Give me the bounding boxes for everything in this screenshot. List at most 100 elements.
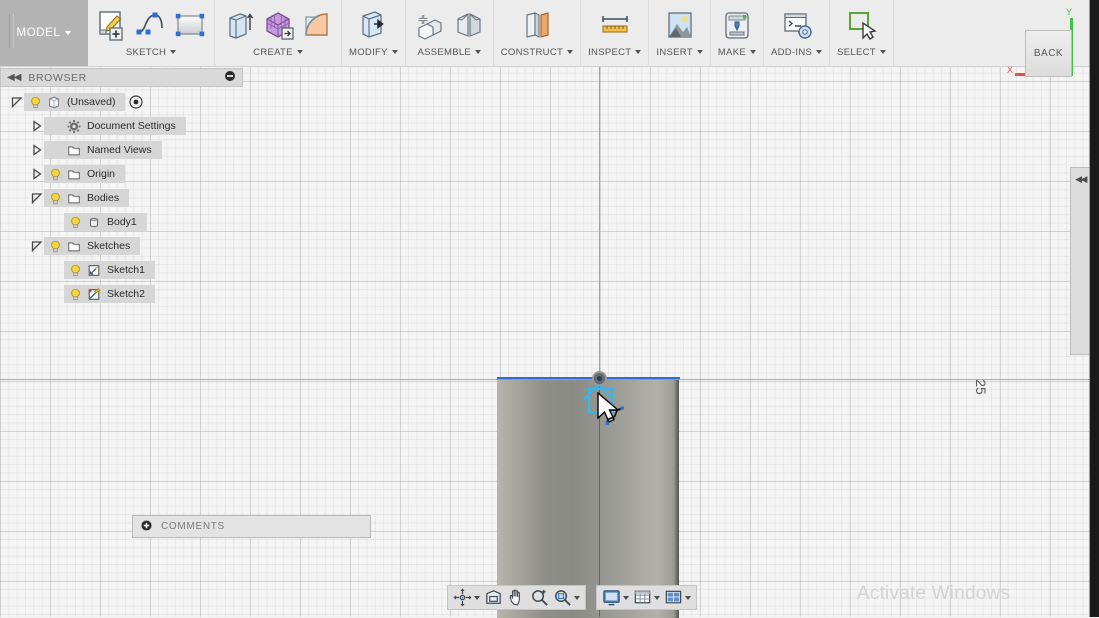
workspace-selector-label: MODEL xyxy=(16,27,61,39)
create-sketch-icon[interactable] xyxy=(95,8,129,42)
offset-plane-icon[interactable] xyxy=(520,8,554,42)
box-pattern-icon[interactable] xyxy=(261,8,295,42)
spline-tool-glyph xyxy=(605,405,627,427)
cylinder-body[interactable] xyxy=(497,379,679,618)
ribbon-group-select-icons xyxy=(845,3,879,47)
press-pull-icon[interactable] xyxy=(356,8,390,42)
measure-icon[interactable] xyxy=(598,8,632,42)
new-component-icon[interactable] xyxy=(413,8,447,42)
display-state-icon[interactable] xyxy=(129,95,144,109)
viewcube-face-back[interactable]: BACK xyxy=(1025,30,1072,77)
expander-expanded-icon[interactable] xyxy=(30,191,44,205)
light-bulb-icon[interactable] xyxy=(48,239,62,253)
browser-tree-row[interactable]: (Unsaved) xyxy=(0,93,243,111)
ribbon-label-text: ASSEMBLE xyxy=(417,47,472,58)
pan-icon[interactable] xyxy=(505,587,528,608)
ribbon-group-insert-label[interactable]: INSERT xyxy=(656,47,703,59)
ribbon-group-sketch-label[interactable]: SKETCH xyxy=(126,47,177,59)
expander-collapsed-icon[interactable] xyxy=(30,119,44,133)
3d-print-icon[interactable] xyxy=(720,8,754,42)
browser-options-icon[interactable] xyxy=(224,70,236,85)
look-at-icon[interactable] xyxy=(482,587,505,608)
zoom-icon[interactable] xyxy=(528,587,551,608)
ribbon-group-addins-label[interactable]: ADD-INS xyxy=(771,47,823,59)
browser-tree-row[interactable]: Sketch2 xyxy=(0,285,243,303)
light-bulb-icon[interactable] xyxy=(68,287,82,301)
browser-tree-row[interactable]: Origin xyxy=(0,165,243,183)
extrude-icon[interactable] xyxy=(222,8,256,42)
chevron-down-icon xyxy=(635,50,642,55)
browser-tree-row[interactable]: Bodies xyxy=(0,189,243,207)
light-bulb-icon[interactable] xyxy=(28,95,42,109)
viewports-icon[interactable] xyxy=(662,587,693,608)
tree-row-highlight[interactable]: Origin xyxy=(44,165,126,183)
sketch-edit-icon xyxy=(87,287,101,301)
ribbon-group-assemble-label[interactable]: ASSEMBLE xyxy=(417,47,482,59)
ribbon-group-select-label[interactable]: SELECT xyxy=(837,47,886,59)
ribbon-group-create-label[interactable]: CREATE xyxy=(253,47,303,59)
collapse-right-icon[interactable]: ◀◀ xyxy=(1075,174,1087,185)
tree-row-label: (Unsaved) xyxy=(67,96,116,108)
browser-tree-row[interactable]: Sketches xyxy=(0,237,243,255)
browser-tree-row[interactable]: Sketch1 xyxy=(0,261,243,279)
light-bulb-icon[interactable] xyxy=(68,263,82,277)
ribbon-grip xyxy=(9,14,14,48)
right-panel-collapsed[interactable]: ◀◀ xyxy=(1070,167,1091,355)
ribbon-label-text: SELECT xyxy=(837,47,876,58)
tree-row-label: Document Settings xyxy=(87,120,176,132)
tree-row-highlight[interactable]: Bodies xyxy=(44,189,130,207)
tree-row-highlight[interactable]: Named Views xyxy=(44,141,162,159)
browser-tree-row[interactable]: Named Views xyxy=(0,141,243,159)
chevron-down-icon xyxy=(474,595,480,600)
chevron-down-icon xyxy=(749,50,756,55)
collapse-left-icon[interactable]: ◀◀ xyxy=(7,72,21,83)
ribbon-group-inspect-label[interactable]: INSPECT xyxy=(588,47,642,59)
tree-row-label: Origin xyxy=(87,168,116,180)
insert-image-icon[interactable] xyxy=(663,8,697,42)
sketch-top-edge[interactable] xyxy=(497,377,680,379)
joint-icon[interactable] xyxy=(452,8,486,42)
viewcube[interactable]: BACK Y X xyxy=(1007,7,1085,78)
expander-none xyxy=(50,287,64,301)
select-icon[interactable] xyxy=(845,8,879,42)
expander-collapsed-icon[interactable] xyxy=(30,143,44,157)
revolve-icon[interactable] xyxy=(300,8,334,42)
tree-row-label: Sketch2 xyxy=(107,288,145,300)
tree-row-highlight[interactable]: (Unsaved) xyxy=(24,93,126,111)
orbit-icon[interactable] xyxy=(451,587,482,608)
comments-bar[interactable]: COMMENTS xyxy=(132,515,371,538)
display-settings-icon[interactable] xyxy=(600,587,631,608)
tree-row-highlight[interactable]: Sketches xyxy=(44,237,141,255)
ribbon-group-modify-icons xyxy=(356,3,390,47)
browser-tree-row[interactable]: Document Settings xyxy=(0,117,243,135)
light-bulb-icon[interactable] xyxy=(68,215,82,229)
browser-tree-row[interactable]: Body1 xyxy=(0,213,243,231)
spline-icon[interactable] xyxy=(134,8,168,42)
expander-expanded-icon[interactable] xyxy=(10,95,24,109)
ribbon-group-assemble-icons xyxy=(413,3,486,47)
tree-row-highlight[interactable]: Sketch2 xyxy=(64,285,155,303)
tree-row-highlight[interactable]: Body1 xyxy=(64,213,147,231)
light-bulb-icon[interactable] xyxy=(48,191,62,205)
ribbon-group-construct-label[interactable]: CONSTRUCT xyxy=(501,47,574,59)
browser-tree: (Unsaved) Document Settings Named Views Ori… xyxy=(0,93,243,303)
light-bulb-icon[interactable] xyxy=(48,167,62,181)
chevron-down-icon xyxy=(574,595,580,600)
tree-row-highlight[interactable]: Document Settings xyxy=(44,117,186,135)
fit-icon[interactable] xyxy=(551,587,582,608)
ribbon-groups: SKETCH CREATE MODIFY ASSEMBLE CONSTRUCT … xyxy=(88,0,894,66)
scripts-addins-icon[interactable] xyxy=(780,8,814,42)
ribbon-label-text: CREATE xyxy=(253,47,293,58)
workspace-selector-button[interactable]: MODEL xyxy=(0,0,88,66)
ribbon-group-modify-label[interactable]: MODIFY xyxy=(349,47,398,59)
browser-panel: ◀◀ BROWSER (Unsaved) Document Settings Nam… xyxy=(0,68,243,309)
expander-none xyxy=(50,215,64,229)
expander-collapsed-icon[interactable] xyxy=(30,167,44,181)
expander-expanded-icon[interactable] xyxy=(30,239,44,253)
add-comment-icon[interactable] xyxy=(141,519,152,534)
tree-row-highlight[interactable]: Sketch1 xyxy=(64,261,155,279)
rectangle-icon[interactable] xyxy=(173,8,207,42)
grid-snaps-icon[interactable] xyxy=(631,587,662,608)
ribbon-group-sketch: SKETCH xyxy=(88,0,215,66)
ribbon-group-make-label[interactable]: MAKE xyxy=(718,47,756,59)
